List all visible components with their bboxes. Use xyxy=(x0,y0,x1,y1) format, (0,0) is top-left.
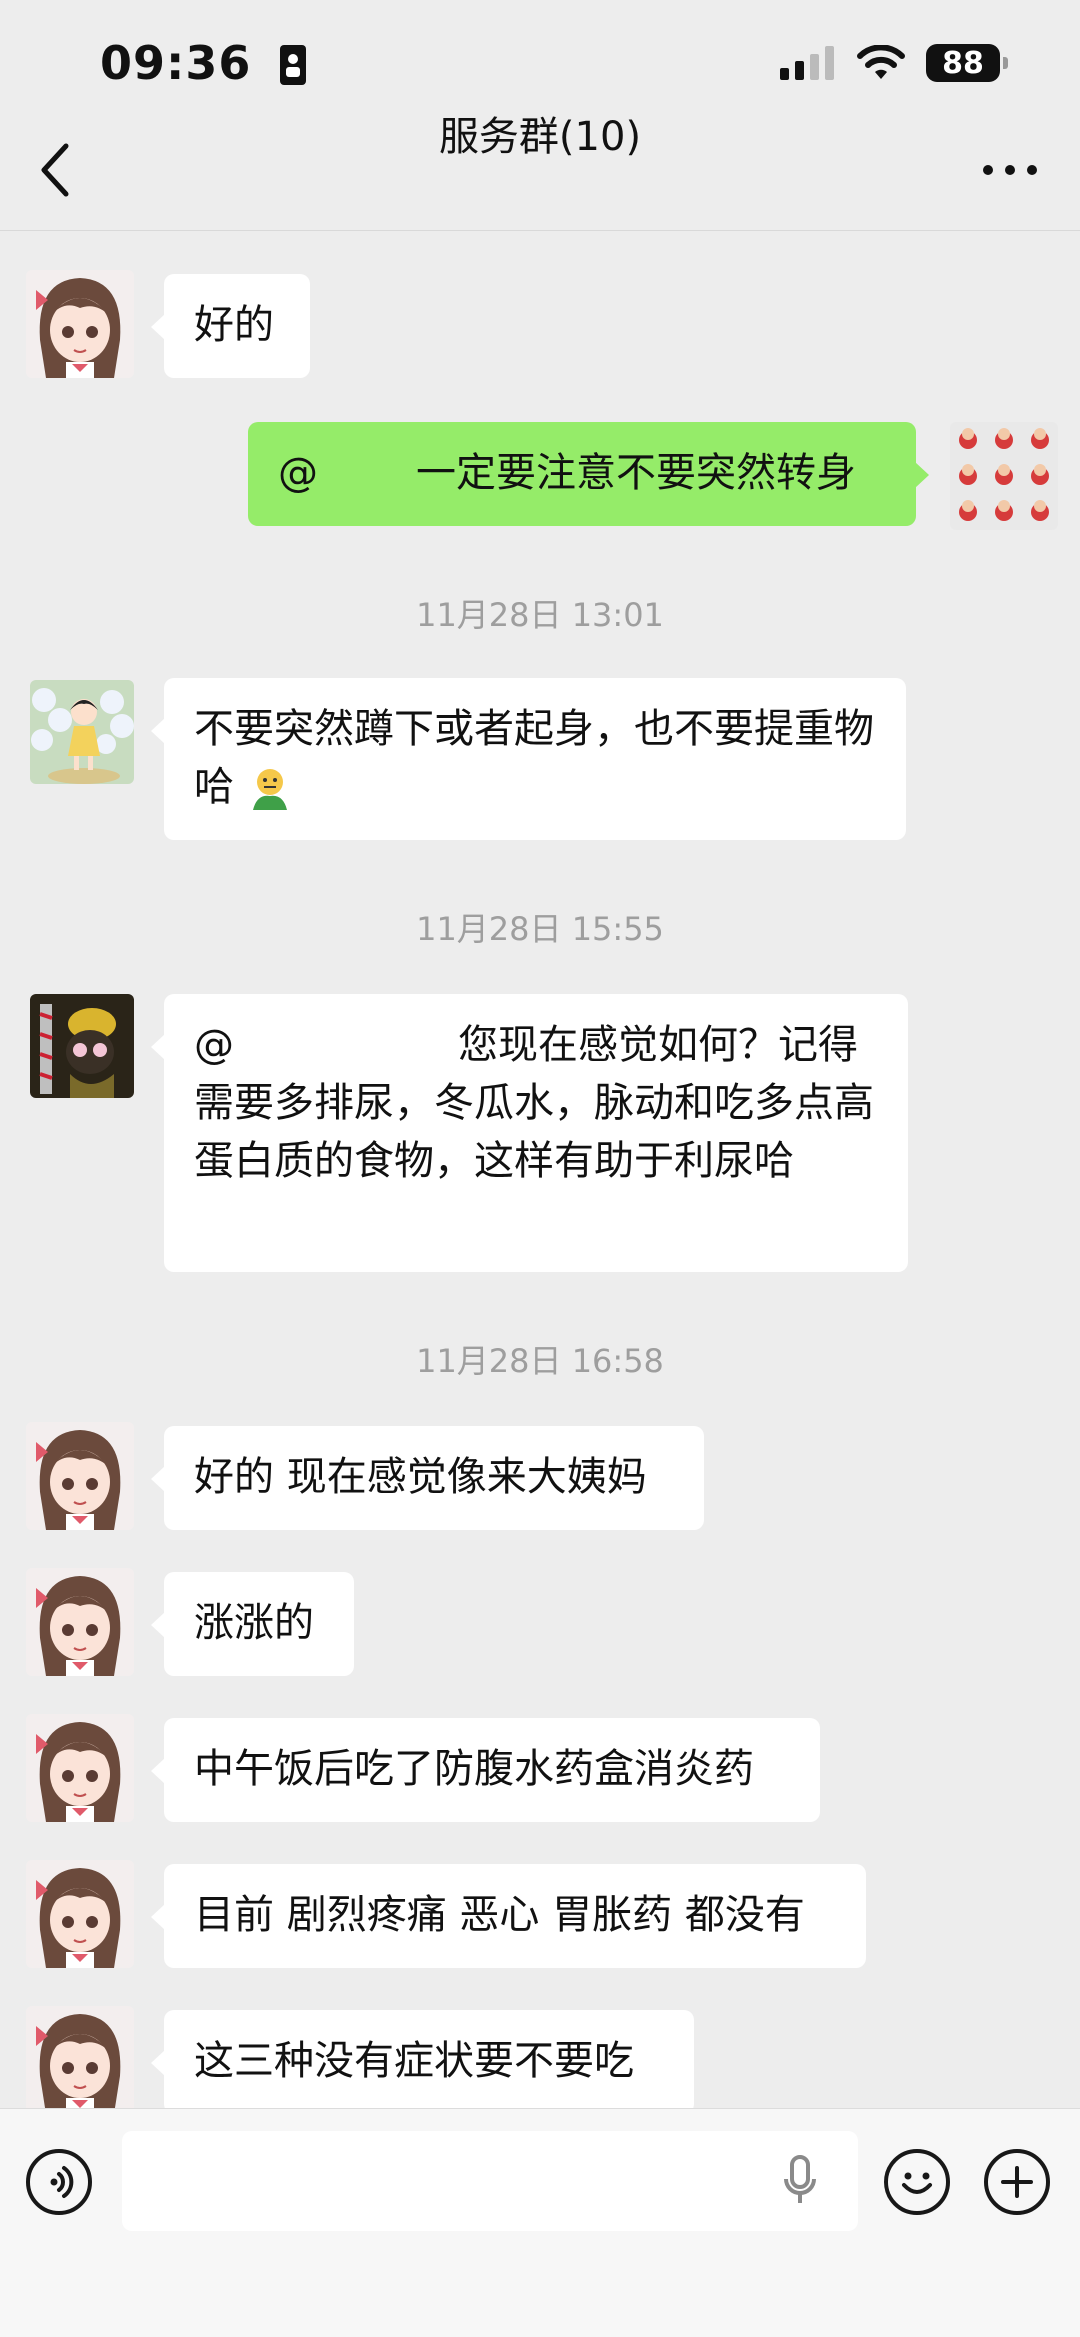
shrug-emoji-icon xyxy=(252,769,287,810)
message-text: 目前 剧烈疼痛 恶心 胃胀药 都没有 xyxy=(194,1892,805,1938)
plus-icon[interactable] xyxy=(984,2149,1050,2215)
message-bubble[interactable]: 目前 剧烈疼痛 恶心 胃胀药 都没有 xyxy=(151,1864,866,1968)
message-text: 好的 现在感觉像来大姨妈 xyxy=(194,1454,647,1500)
chat-header: 服务群(10) xyxy=(0,100,1080,231)
message-bubble[interactable]: 涨涨的 xyxy=(151,1572,354,1676)
message-bubble[interactable]: @ 您现在感觉如何？记得需要多排尿，冬瓜水，脉动和吃多点高蛋白质的食物，这样有助于… xyxy=(151,994,908,1272)
message-bubble[interactable]: 中午饭后吃了防腹水药盒消炎药 xyxy=(151,1718,820,1822)
status-time: 09:36 xyxy=(100,36,307,90)
avatar[interactable] xyxy=(30,994,134,1098)
cartoon-girl-flowers-avatar-icon xyxy=(30,680,134,784)
message-bubble-self[interactable]: @ 一定要注意不要突然转身 xyxy=(248,422,929,526)
avatar[interactable] xyxy=(30,680,134,784)
avatar[interactable] xyxy=(26,1860,134,1968)
timestamp: 11月28日 16:58 xyxy=(416,1342,664,1380)
wifi-icon xyxy=(857,45,905,79)
more-dots-icon[interactable] xyxy=(980,160,1040,180)
message-text: 涨涨的 xyxy=(194,1600,314,1646)
signal-icon xyxy=(780,46,834,80)
message-text: 一定要注意不要突然转身 xyxy=(416,450,856,496)
avatar[interactable] xyxy=(26,270,134,378)
emoji-icon[interactable] xyxy=(884,2149,950,2215)
status-time-text: 09:36 xyxy=(100,36,252,90)
mention: @ xyxy=(278,450,318,496)
message-bubble[interactable]: 不要突然蹲下或者起身，也不要提重物哈 xyxy=(151,678,906,840)
mic-icon[interactable] xyxy=(782,2155,818,2207)
avatar[interactable] xyxy=(26,1714,134,1822)
avatar[interactable] xyxy=(26,2006,134,2108)
message-bubble[interactable]: 这三种没有症状要不要吃 xyxy=(151,2010,694,2108)
message-list: 好的 @ 一定要注意不要突然转身 11月28日 13:01 不要突然蹲下或者起身… xyxy=(0,232,1080,2108)
photo-grid-avatar-icon xyxy=(950,422,1058,530)
message-text: 这三种没有症状要不要吃 xyxy=(194,2038,634,2084)
mention: @ xyxy=(194,1022,234,1068)
anime-girl-avatar-icon xyxy=(26,1568,134,1676)
avatar-self[interactable] xyxy=(950,422,1058,530)
anime-girl-avatar-icon xyxy=(26,1714,134,1822)
message-input[interactable] xyxy=(122,2131,858,2231)
status-icons: 88 xyxy=(780,44,1008,82)
battery-indicator: 88 xyxy=(926,44,1008,82)
timestamp: 11月28日 13:01 xyxy=(416,596,664,634)
timestamp: 11月28日 15:55 xyxy=(416,910,664,948)
input-bar xyxy=(0,2108,1080,2337)
dark-creature-avatar-icon xyxy=(30,994,134,1098)
orientation-lock-icon xyxy=(280,45,307,85)
anime-girl-avatar-icon xyxy=(26,1422,134,1530)
message-bubble[interactable]: 好的 现在感觉像来大姨妈 xyxy=(151,1426,704,1530)
message-text: 不要突然蹲下或者起身，也不要提重物哈 xyxy=(194,706,874,810)
battery-level: 88 xyxy=(942,45,984,81)
anime-girl-avatar-icon xyxy=(26,1860,134,1968)
avatar[interactable] xyxy=(26,1568,134,1676)
message-bubble[interactable]: 好的 xyxy=(151,274,310,378)
avatar[interactable] xyxy=(26,1422,134,1530)
message-text: 中午饭后吃了防腹水药盒消炎药 xyxy=(194,1746,754,1792)
anime-girl-avatar-icon xyxy=(26,2006,134,2108)
anime-girl-avatar-icon xyxy=(26,270,134,378)
message-text: 好的 xyxy=(194,302,274,348)
voice-icon[interactable] xyxy=(26,2149,92,2215)
chat-title: 服务群(10) xyxy=(438,114,642,160)
